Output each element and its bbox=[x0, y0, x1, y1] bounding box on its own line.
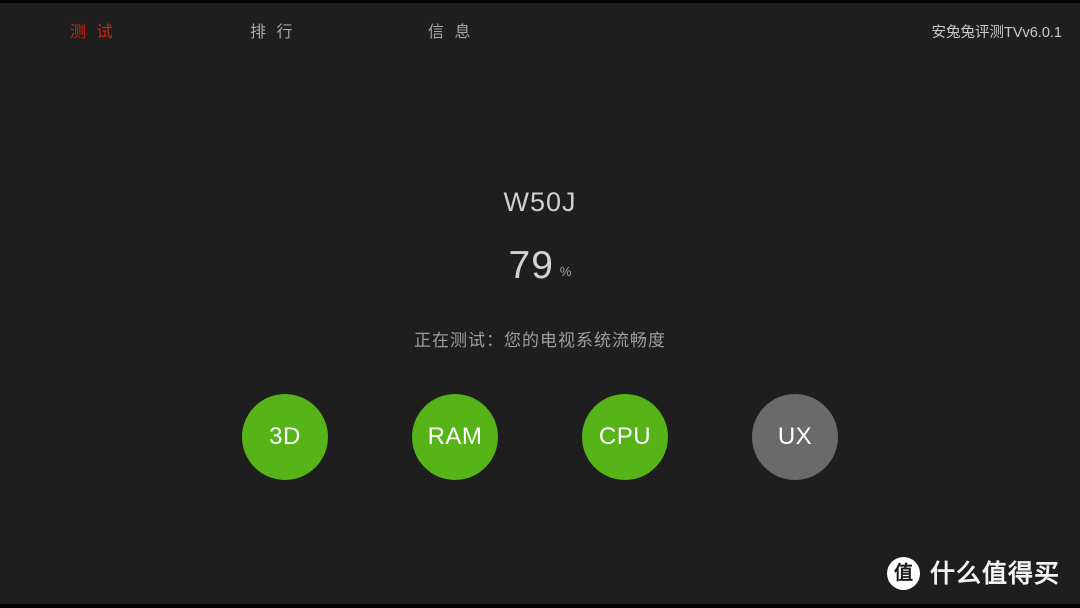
app-version-label: 安兔兔评测TVv6.0.1 bbox=[931, 25, 1062, 41]
current-test-status-text: 正在测试：您的电视系统流畅度 bbox=[414, 331, 666, 350]
progress-percent-value: 79 bbox=[508, 244, 554, 287]
watermark-label: 什么值得买 bbox=[929, 559, 1060, 588]
tab-info[interactable]: 信 息 bbox=[428, 22, 473, 44]
top-letterbox-bar bbox=[0, 0, 1080, 3]
top-navigation-bar: 测 试 排 行 信 息 安兔兔评测TVv6.0.1 bbox=[0, 0, 1080, 67]
tab-test[interactable]: 测 试 bbox=[70, 22, 115, 44]
test-stage-cpu: CPU bbox=[582, 394, 668, 480]
app-screen: 测 试 排 行 信 息 安兔兔评测TVv6.0.1 W50J 79% 正在测试：… bbox=[0, 0, 1080, 608]
test-stage-indicator-row: 3D RAM CPU UX bbox=[0, 394, 1080, 480]
bottom-letterbox-bar bbox=[0, 604, 1080, 608]
test-stage-ux: UX bbox=[752, 394, 838, 480]
test-stage-ram: RAM bbox=[412, 394, 498, 480]
device-model-name: W50J bbox=[503, 187, 577, 217]
test-stage-3d: 3D bbox=[242, 394, 328, 480]
progress-percent-unit: % bbox=[559, 264, 572, 279]
smzdm-logo-icon: 值 bbox=[886, 557, 920, 590]
tab-rank[interactable]: 排 行 bbox=[250, 22, 295, 44]
watermark: 值 什么值得买 bbox=[886, 557, 1060, 590]
progress-readout: 79% bbox=[0, 244, 1080, 296]
